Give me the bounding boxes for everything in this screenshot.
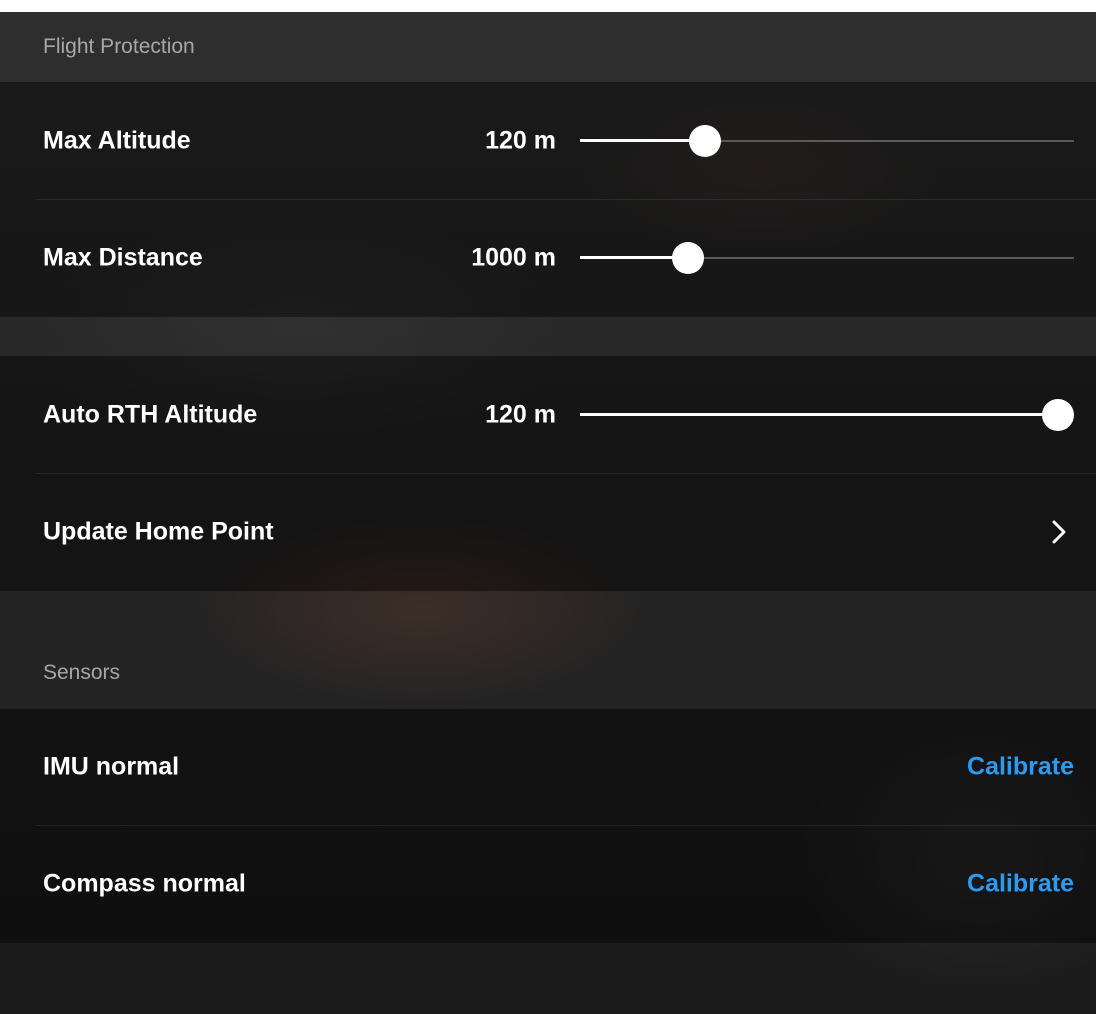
max-altitude-label: Max Altitude [43, 126, 191, 154]
auto-rth-altitude-row: Auto RTH Altitude 120 m [0, 356, 1096, 473]
imu-calibrate-button[interactable]: Calibrate [967, 753, 1074, 782]
max-altitude-value: 120 m [485, 126, 556, 154]
slider-thumb[interactable] [688, 124, 721, 157]
slider-thumb[interactable] [672, 242, 705, 274]
slider-fill [580, 138, 705, 142]
max-distance-value: 1000 m [471, 243, 556, 272]
rth-group: Auto RTH Altitude 120 m Update Home Poin… [0, 356, 1096, 591]
chevron-right-icon [1052, 520, 1066, 544]
imu-row: IMU normal Calibrate [0, 709, 1096, 825]
top-edge-strip [0, 0, 1096, 12]
flight-protection-group: Max Altitude 120 m Max Distance 1000 m [0, 82, 1096, 317]
compass-calibrate-button[interactable]: Calibrate [967, 870, 1074, 899]
update-home-point-row[interactable]: Update Home Point [0, 473, 1096, 591]
max-distance-slider[interactable] [580, 242, 1074, 274]
section-header-label: Flight Protection [43, 35, 195, 58]
max-altitude-row: Max Altitude 120 m [0, 82, 1096, 199]
section-header-sensors: Sensors [0, 591, 1096, 709]
bottom-spacer [0, 943, 1096, 1014]
max-distance-row: Max Distance 1000 m [0, 199, 1096, 317]
auto-rth-altitude-slider[interactable] [580, 398, 1074, 431]
compass-status-label: Compass normal [43, 869, 246, 898]
imu-status-label: IMU normal [43, 752, 180, 781]
settings-panel: Flight Protection Max Altitude 120 m Max… [0, 0, 1096, 1014]
auto-rth-altitude-value: 120 m [485, 400, 556, 428]
max-distance-label: Max Distance [43, 243, 203, 272]
section-spacer [0, 317, 1096, 356]
slider-thumb[interactable] [1042, 398, 1074, 431]
slider-fill [580, 412, 1058, 416]
section-header-label: Sensors [43, 661, 121, 684]
sensors-group: IMU normal Calibrate Compass normal Cali… [0, 709, 1096, 943]
update-home-point-label: Update Home Point [43, 517, 274, 546]
section-header-flight-protection: Flight Protection [0, 12, 1096, 82]
compass-row: Compass normal Calibrate [0, 825, 1096, 943]
auto-rth-altitude-label: Auto RTH Altitude [43, 400, 258, 428]
max-altitude-slider[interactable] [580, 124, 1074, 157]
